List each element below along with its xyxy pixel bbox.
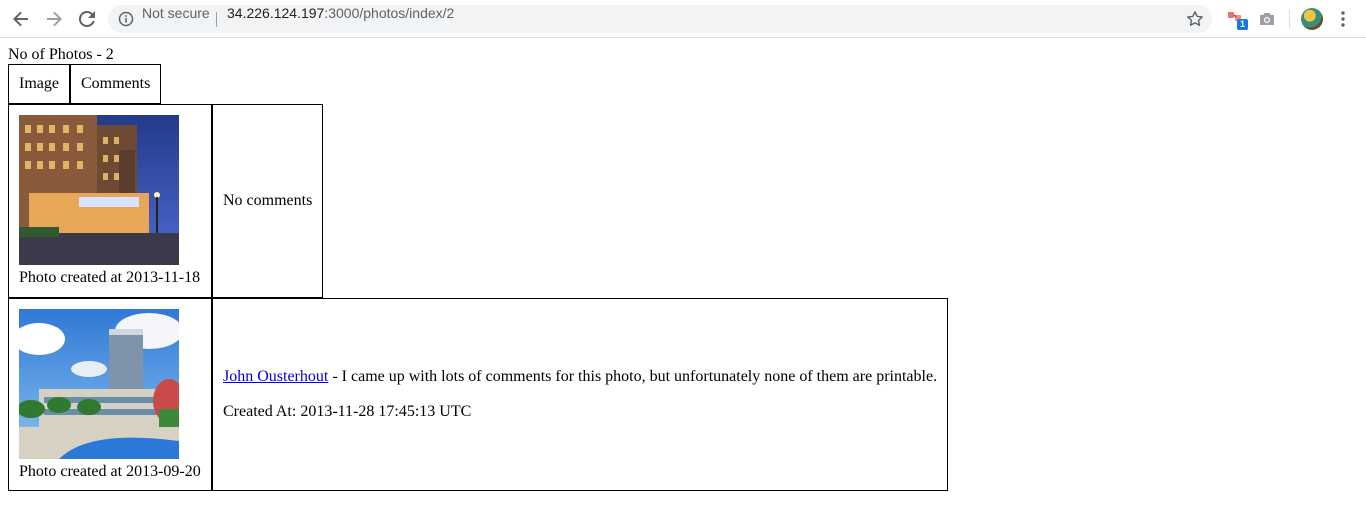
extension-badge: 1 — [1237, 19, 1248, 30]
page-content: No of Photos - 2 Image Comments Photo cr… — [0, 38, 1366, 507]
header-comments: Comments — [69, 64, 162, 104]
comments-cell: No comments — [212, 104, 324, 298]
info-icon[interactable] — [118, 11, 134, 27]
photo-cell: Photo created at 2013-11-18 — [8, 104, 212, 298]
comment-line: John Ousterhout - I came up with lots of… — [223, 368, 937, 386]
reload-icon[interactable] — [75, 7, 99, 31]
address-bar[interactable]: Not secure 34.226.124.197:3000/photos/in… — [108, 5, 1212, 33]
photo-caption: Photo created at 2013-09-20 — [19, 462, 201, 480]
omnibox-separator — [216, 12, 217, 27]
photo-count: No of Photos - 2 — [8, 46, 114, 63]
photo-image[interactable] — [19, 308, 179, 459]
camera-icon[interactable] — [1257, 9, 1277, 29]
photo-image[interactable] — [19, 115, 179, 265]
header-image: Image — [8, 64, 70, 104]
comment-created-at: Created At: 2013-11-28 17:45:13 UTC — [223, 403, 472, 420]
forward-arrow-icon[interactable] — [42, 7, 66, 31]
photo-row-table: Photo created at 2013-11-18 No comments — [8, 104, 324, 298]
comments-cell: John Ousterhout - I came up with lots of… — [212, 298, 949, 491]
back-arrow-icon[interactable] — [9, 7, 33, 31]
comment-author-link[interactable]: John Ousterhout — [223, 368, 328, 385]
profile-avatar[interactable] — [1301, 8, 1323, 30]
url-host: 34.226.124.197 — [227, 5, 325, 21]
url-text[interactable]: 34.226.124.197:3000/photos/index/2 — [227, 5, 454, 21]
photos-header-table: Image Comments — [8, 64, 162, 104]
security-status[interactable]: Not secure — [142, 5, 210, 21]
photo-cell: Photo created at 2013-09-20 — [8, 298, 212, 491]
comment-text: - I came up with lots of comments for th… — [328, 368, 938, 385]
menu-icon[interactable] — [1333, 9, 1353, 29]
no-comments-text: No comments — [223, 192, 313, 209]
extension-icon[interactable]: 1 — [1227, 9, 1248, 30]
photo-row-table: Photo created at 2013-09-20 John Ousterh… — [8, 298, 949, 491]
browser-toolbar: Not secure 34.226.124.197:3000/photos/in… — [0, 0, 1366, 38]
photo-caption: Photo created at 2013-11-18 — [19, 269, 201, 286]
table-row: Photo created at 2013-11-18 No comments — [8, 104, 324, 298]
toolbar-divider — [1289, 10, 1290, 28]
star-icon[interactable] — [1186, 10, 1204, 28]
url-path: :3000/photos/index/2 — [324, 5, 455, 21]
table-row: Photo created at 2013-09-20 John Ousterh… — [8, 298, 949, 491]
